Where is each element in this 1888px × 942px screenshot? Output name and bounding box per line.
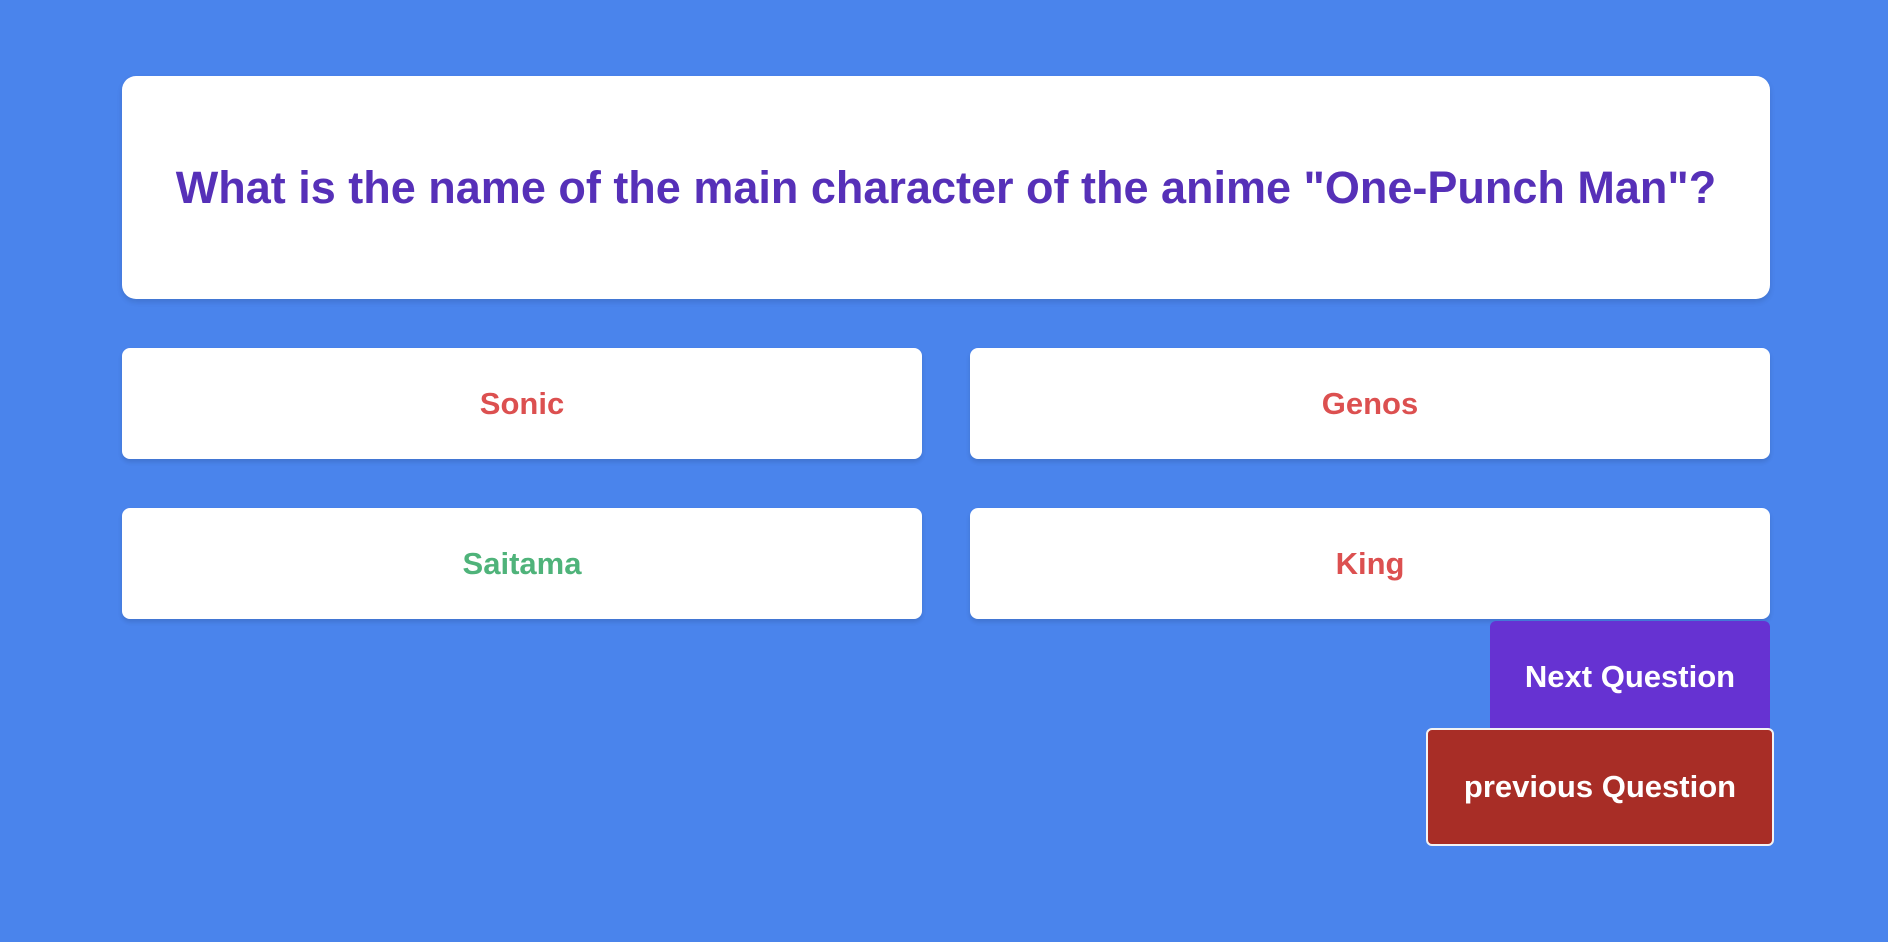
answer-option-genos[interactable]: Genos: [970, 348, 1770, 459]
question-card: What is the name of the main character o…: [122, 76, 1770, 299]
answer-option-sonic[interactable]: Sonic: [122, 348, 922, 459]
previous-question-button[interactable]: previous Question: [1426, 728, 1774, 846]
next-question-button[interactable]: Next Question: [1490, 621, 1770, 732]
answer-option-saitama[interactable]: Saitama: [122, 508, 922, 619]
question-text: What is the name of the main character o…: [175, 162, 1717, 213]
answer-option-king[interactable]: King: [970, 508, 1770, 619]
